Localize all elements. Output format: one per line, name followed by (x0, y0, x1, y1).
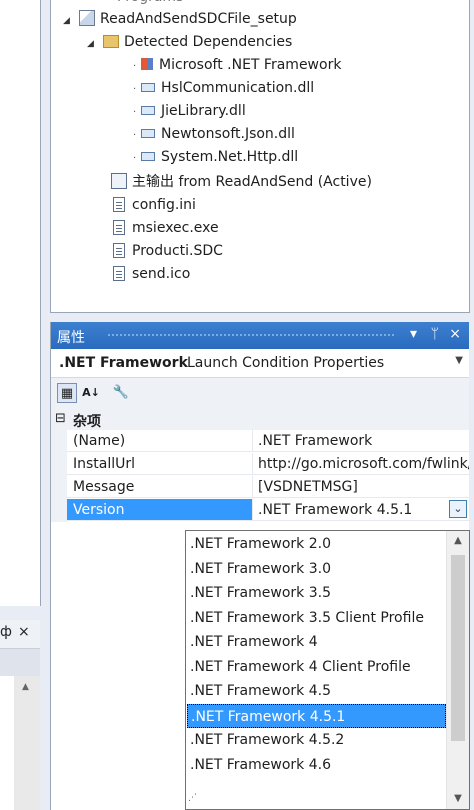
category-label: 杂项 (73, 414, 101, 430)
property-row-version[interactable]: Version .NET Framework 4.5.1 ⌄ (51, 499, 469, 522)
combo-dropdown-button[interactable]: ⌄ (449, 500, 467, 518)
left-panel-background (0, 0, 41, 606)
dropdown-option[interactable]: .NET Framework 2.0 (187, 532, 446, 556)
expanded-arrow-icon[interactable]: ◢ (63, 10, 75, 32)
dropdown-option[interactable]: .NET Framework 4 Client Profile (187, 655, 446, 679)
project-label: ReadAndSendSDCFile_setup (100, 11, 297, 27)
close-icon[interactable]: × (449, 326, 461, 342)
dropdown-option[interactable]: .NET Framework 4.5 (187, 679, 446, 703)
tree-item-dependency[interactable]: · Newtonsoft.Json.dll (133, 123, 295, 145)
tree-item-project[interactable]: ◢ ReadAndSendSDCFile_setup (63, 8, 297, 30)
assembly-icon (141, 106, 155, 115)
window-menu-dropdown-icon[interactable]: ▾ (410, 326, 417, 342)
dependency-label: HslCommunication.dll (161, 80, 315, 96)
properties-toolbar: ▦ A↓ 🔧 (51, 378, 469, 409)
left-scrollbar[interactable]: ▲ (14, 676, 40, 810)
properties-window: 属性 ▾ ᛘ × .NET Framework Launch Condition… (50, 322, 470, 810)
tree-item-dependency[interactable]: · Microsoft .NET Framework (133, 54, 341, 76)
collapse-icon[interactable]: ⊟ (55, 411, 66, 426)
property-name: Message (67, 476, 253, 498)
property-name: Version (67, 499, 253, 521)
version-combo-value[interactable]: .NET Framework 4.5.1 (253, 499, 469, 521)
dropdown-scrollbar[interactable]: ▲ ▼ (446, 531, 469, 809)
framework-icon (141, 58, 153, 70)
version-dropdown-list[interactable]: .NET Framework 2.0 .NET Framework 3.0 .NET… (185, 530, 470, 810)
object-description: Launch Condition Properties (187, 355, 385, 371)
tree-item-dependency[interactable]: · System.Net.Http.dll (133, 146, 298, 168)
dependency-label: System.Net.Http.dll (161, 149, 299, 165)
file-icon (113, 243, 125, 258)
tree-item-file[interactable]: Producti.SDC (111, 240, 223, 262)
title-bar-grip (107, 333, 395, 338)
file-icon (113, 266, 125, 281)
property-value[interactable]: .NET Framework (253, 430, 469, 452)
resize-grip-icon[interactable]: ⋰ (188, 793, 206, 807)
object-name: .NET Framework (59, 355, 188, 371)
tree-item-file[interactable]: send.ico (111, 263, 190, 285)
alphabetical-sort-icon[interactable]: A↓ (81, 383, 101, 403)
scroll-up-arrow-icon[interactable]: ▲ (447, 531, 469, 551)
dropdown-option[interactable]: .NET Framework 4.6 (187, 753, 446, 777)
dependency-label: JieLibrary.dll (161, 103, 246, 119)
property-row-message[interactable]: Message [VSDNETMSG] (51, 476, 469, 499)
pin-icon[interactable]: ᛘ (431, 326, 439, 342)
category-misc[interactable]: ⊟ 杂项 (51, 408, 469, 430)
dropdown-option[interactable]: .NET Framework 4 (187, 630, 446, 654)
file-icon (113, 197, 125, 212)
solution-explorer-tree[interactable]: Programs ◢ReadAndSendSDCFile_setup ◢Dete… (50, 0, 470, 313)
dropdown-option[interactable]: .NET Framework 3.5 Client Profile (187, 606, 446, 630)
properties-title: 属性 (57, 330, 85, 346)
expanded-arrow-icon[interactable]: ◢ (87, 33, 99, 55)
tree-item-label: 主输出 from ReadAndSend (Active) (132, 174, 372, 190)
tree-item-detected-dependencies[interactable]: ◢ Detected Dependencies (87, 31, 292, 53)
categorized-icon[interactable]: ▦ (57, 383, 77, 403)
tree-item-label: send.ico (132, 266, 191, 282)
dropdown-option[interactable]: .NET Framework 4.5.1 (187, 703, 446, 728)
assembly-icon (141, 152, 155, 161)
file-icon (113, 220, 125, 235)
property-name: InstallUrl (67, 453, 253, 475)
scroll-up-arrow-icon[interactable]: ▲ (22, 682, 29, 692)
primary-output-icon (111, 173, 127, 189)
tree-item-primary-output[interactable]: 主输出 from ReadAndSend (Active) (111, 171, 372, 193)
property-row-name[interactable]: (Name) .NET Framework (51, 430, 469, 453)
tree-item-label: msiexec.exe (132, 220, 219, 236)
dropdown-option[interactable]: .NET Framework 3.5 (187, 581, 446, 605)
scroll-down-arrow-icon[interactable]: ▼ (447, 789, 469, 809)
tree-item-file[interactable]: msiexec.exe (111, 217, 219, 239)
detected-dependencies-label: Detected Dependencies (124, 34, 293, 50)
tree-item-programs-cut[interactable]: Programs (117, 0, 183, 8)
left-bottom-toolbar: ф × (0, 620, 40, 649)
assembly-icon (141, 83, 155, 92)
pin-icon[interactable]: ф (0, 624, 12, 640)
scrollbar-thumb[interactable] (451, 555, 465, 741)
close-icon[interactable]: × (18, 624, 30, 640)
setup-project-icon (79, 10, 95, 26)
property-row-installurl[interactable]: InstallUrl http://go.microsoft.com/fwlin… (51, 453, 469, 476)
properties-title-bar[interactable]: 属性 ▾ ᛘ × (51, 322, 469, 349)
property-value[interactable]: http://go.microsoft.com/fwlink/ (253, 453, 469, 475)
assembly-icon (141, 129, 155, 138)
object-selector[interactable]: .NET Framework Launch Condition Properti… (51, 349, 469, 378)
tree-item-label: Producti.SDC (132, 243, 223, 259)
folder-open-icon (103, 35, 119, 48)
property-pages-icon[interactable]: 🔧 (111, 383, 131, 403)
dependency-label: Microsoft .NET Framework (159, 57, 342, 73)
property-name: (Name) (67, 430, 253, 452)
tree-item-dependency[interactable]: · HslCommunication.dll (133, 77, 314, 99)
dropdown-option[interactable]: .NET Framework 4.5.2 (187, 728, 446, 752)
dropdown-option[interactable]: .NET Framework 3.0 (187, 557, 446, 581)
chevron-down-icon[interactable]: ▼ (455, 355, 463, 366)
property-value[interactable]: [VSDNETMSG] (253, 476, 469, 498)
tree-item-dependency[interactable]: · JieLibrary.dll (133, 100, 246, 122)
tree-item-label: config.ini (132, 197, 196, 213)
tree-item-file[interactable]: config.ini (111, 194, 196, 216)
dependency-label: Newtonsoft.Json.dll (161, 126, 295, 142)
